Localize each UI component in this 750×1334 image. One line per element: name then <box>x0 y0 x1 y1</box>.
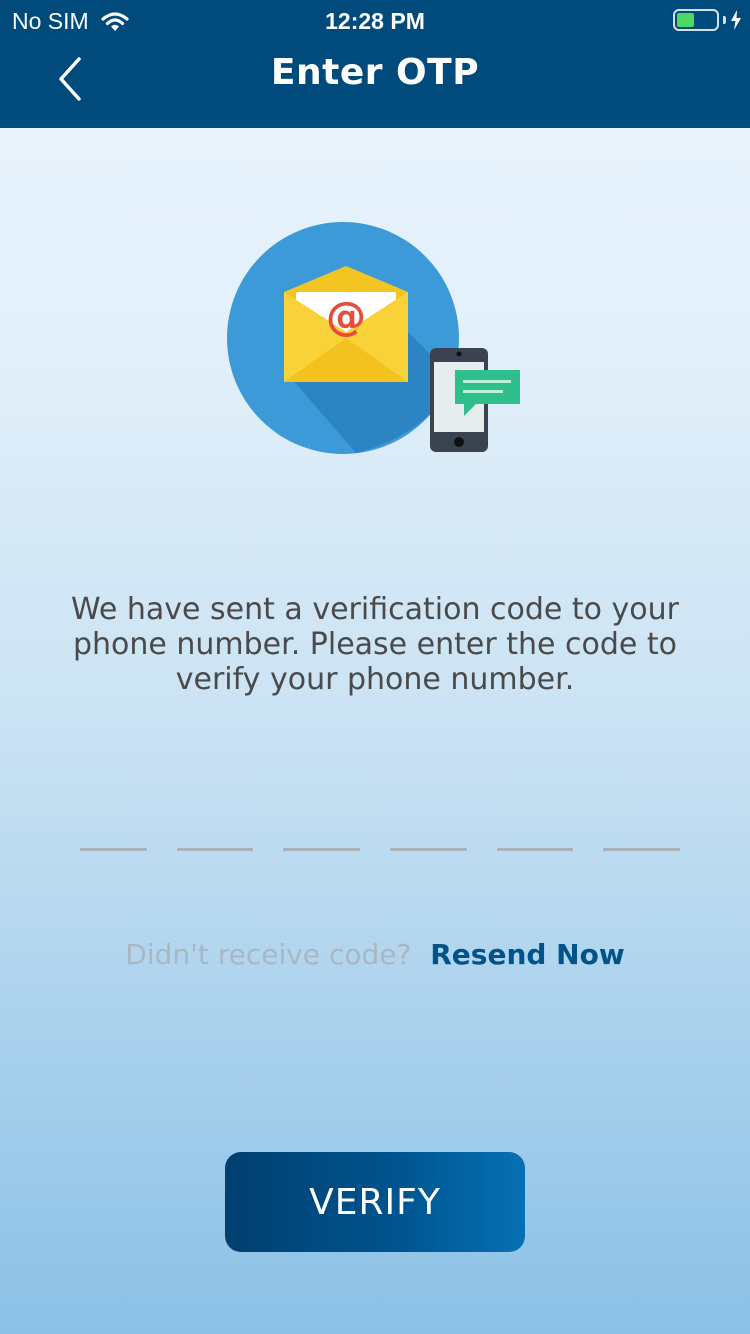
otp-digit-2[interactable] <box>177 848 253 851</box>
charging-bolt-icon <box>731 10 741 30</box>
status-bar: No SIM 12:28 PM <box>0 0 750 40</box>
resend-row: Didn't receive code? Resend Now <box>0 938 750 971</box>
otp-digit-1[interactable] <box>80 848 147 851</box>
resend-now-link[interactable]: Resend Now <box>430 938 624 971</box>
battery-tip <box>723 16 726 24</box>
battery-level <box>677 13 695 27</box>
svg-text:@: @ <box>326 294 366 340</box>
page-title: Enter OTP <box>270 52 480 93</box>
otp-digit-6[interactable] <box>603 848 680 851</box>
verification-message: We have sent a verification code to your… <box>70 592 679 697</box>
otp-digit-3[interactable] <box>283 848 360 851</box>
battery-icon <box>673 9 719 31</box>
otp-illustration: @ <box>227 222 520 454</box>
status-right <box>673 9 742 31</box>
app-header: No SIM 12:28 PM Enter OTP <box>0 0 750 128</box>
resend-hint: Didn't receive code? <box>125 938 412 971</box>
at-sign-icon: @ <box>326 294 366 340</box>
status-time: 12:28 PM <box>325 8 425 34</box>
otp-digit-4[interactable] <box>390 848 467 851</box>
otp-digit-5[interactable] <box>497 848 573 851</box>
verify-button[interactable]: VERIFY <box>225 1152 525 1252</box>
